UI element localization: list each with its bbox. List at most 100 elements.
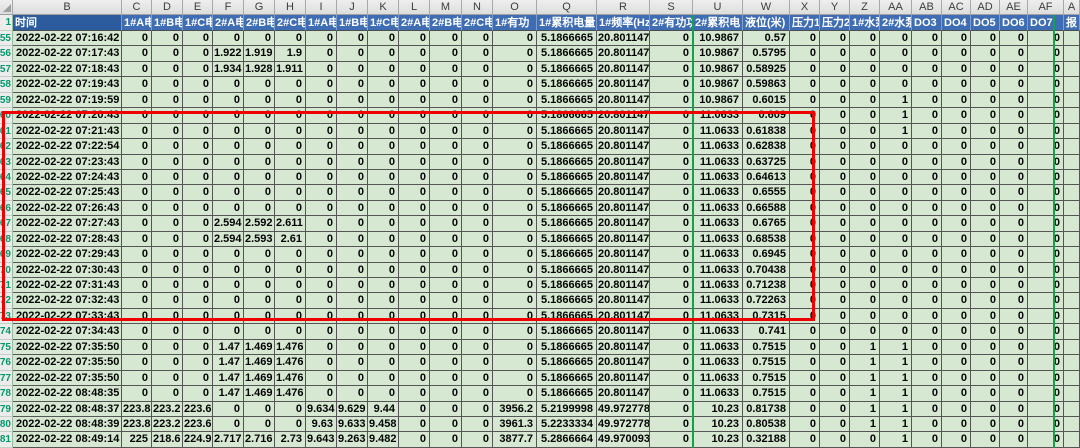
timestamp-cell[interactable]: 2022-02-22 08:49:14 (13, 432, 122, 447)
cell[interactable]: 0 (462, 386, 493, 401)
cell[interactable]: 0 (650, 432, 693, 447)
cell[interactable]: 0 (152, 124, 183, 139)
cell[interactable]: 0 (790, 340, 820, 355)
cell[interactable]: 20.801147 (597, 371, 650, 386)
cell[interactable]: 0 (942, 278, 971, 293)
cell[interactable]: 0 (790, 155, 820, 170)
cell[interactable]: 0 (650, 417, 693, 432)
cell[interactable]: 0 (368, 324, 399, 339)
cell[interactable]: 0 (820, 62, 850, 77)
cell[interactable]: 5.1866665 (537, 31, 597, 46)
cell[interactable]: 0 (912, 355, 942, 370)
cell[interactable]: 1.469 (244, 386, 275, 401)
cell[interactable]: 0 (942, 402, 971, 417)
cell[interactable]: 0 (971, 340, 1000, 355)
cell[interactable]: 0 (942, 31, 971, 46)
column-letter-B[interactable]: B (13, 0, 122, 15)
cell[interactable]: 0 (880, 216, 912, 231)
cell[interactable]: 0 (306, 93, 337, 108)
cell[interactable]: 0 (493, 62, 537, 77)
cell[interactable]: 0 (820, 77, 850, 92)
cell[interactable]: 0 (306, 371, 337, 386)
row-number[interactable]: 80 (0, 417, 13, 432)
cell[interactable]: 0.609 (743, 108, 790, 123)
cell[interactable]: 0 (493, 31, 537, 46)
cell[interactable]: 0 (971, 201, 1000, 216)
cell[interactable]: 0 (275, 170, 306, 185)
timestamp-cell[interactable]: 2022-02-22 08:48:37 (13, 402, 122, 417)
cell[interactable] (1064, 355, 1080, 370)
cell[interactable]: 0 (368, 93, 399, 108)
cell[interactable]: 0 (880, 232, 912, 247)
row-number[interactable]: 71 (0, 278, 13, 293)
row-number[interactable]: 72 (0, 293, 13, 308)
cell[interactable]: 0 (1000, 62, 1028, 77)
cell[interactable]: 0 (368, 155, 399, 170)
cell[interactable]: 0 (462, 185, 493, 200)
cell[interactable]: 0 (152, 247, 183, 262)
cell[interactable]: 0 (880, 309, 912, 324)
cell[interactable] (1064, 62, 1080, 77)
header-cell[interactable]: 1#水泵 (850, 15, 880, 31)
column-letter-Q[interactable]: Q (537, 0, 597, 15)
cell[interactable]: 20.801147 (597, 31, 650, 46)
cell[interactable]: 0.58925 (743, 62, 790, 77)
cell[interactable]: 0 (650, 31, 693, 46)
cell[interactable]: 0 (971, 309, 1000, 324)
cell[interactable]: 1.476 (275, 371, 306, 386)
cell[interactable]: 0 (337, 324, 368, 339)
cell[interactable]: 0 (1000, 124, 1028, 139)
cell[interactable]: 20.801147 (597, 340, 650, 355)
cell[interactable]: 0.6015 (743, 93, 790, 108)
cell[interactable]: 0 (493, 108, 537, 123)
cell[interactable]: 0 (790, 402, 820, 417)
cell[interactable]: 0 (850, 77, 880, 92)
header-cell[interactable]: 1#累积电量 (537, 15, 597, 31)
cell[interactable]: 0 (820, 263, 850, 278)
cell[interactable]: 0 (183, 201, 213, 216)
cell[interactable]: 0 (399, 340, 430, 355)
cell[interactable]: 0 (493, 155, 537, 170)
cell[interactable]: 0 (213, 309, 244, 324)
cell[interactable]: 0 (820, 108, 850, 123)
cell[interactable]: 0.6945 (743, 247, 790, 262)
cell[interactable]: 0 (971, 170, 1000, 185)
cell[interactable]: 0 (1000, 247, 1028, 262)
cell[interactable]: 5.1866665 (537, 293, 597, 308)
cell[interactable]: 0 (462, 216, 493, 231)
cell[interactable]: 0 (493, 324, 537, 339)
cell[interactable]: 0 (399, 93, 430, 108)
row-number[interactable]: 59 (0, 93, 13, 108)
cell[interactable]: 0 (306, 108, 337, 123)
cell[interactable] (1064, 170, 1080, 185)
cell[interactable]: 1.911 (275, 62, 306, 77)
cell[interactable]: 0 (122, 324, 152, 339)
cell[interactable]: 0 (337, 371, 368, 386)
cell[interactable]: 0 (1028, 432, 1064, 447)
cell[interactable]: 0 (820, 232, 850, 247)
cell[interactable]: 0 (850, 46, 880, 61)
cell[interactable]: 10.9867 (693, 77, 743, 92)
cell[interactable]: 0 (368, 293, 399, 308)
cell[interactable]: 0 (912, 108, 942, 123)
cell[interactable]: 0 (1028, 371, 1064, 386)
cell[interactable]: 11.0633 (693, 340, 743, 355)
cell[interactable]: 0 (493, 340, 537, 355)
cell[interactable]: 0 (306, 247, 337, 262)
cell[interactable]: 1.928 (244, 62, 275, 77)
cell[interactable]: 11.0633 (693, 309, 743, 324)
cell[interactable]: 0 (1000, 108, 1028, 123)
cell[interactable]: 0 (183, 324, 213, 339)
cell[interactable]: 0 (650, 216, 693, 231)
cell[interactable]: 0 (493, 263, 537, 278)
cell[interactable]: 1.476 (275, 340, 306, 355)
cell[interactable]: 0 (462, 309, 493, 324)
cell[interactable]: 0 (368, 309, 399, 324)
cell[interactable]: 0 (462, 93, 493, 108)
cell[interactable]: 0 (183, 216, 213, 231)
cell[interactable] (1064, 293, 1080, 308)
cell[interactable]: 0 (183, 139, 213, 154)
cell[interactable]: 0 (337, 278, 368, 293)
cell[interactable]: 1 (880, 355, 912, 370)
row-number[interactable]: 1 (0, 15, 13, 31)
